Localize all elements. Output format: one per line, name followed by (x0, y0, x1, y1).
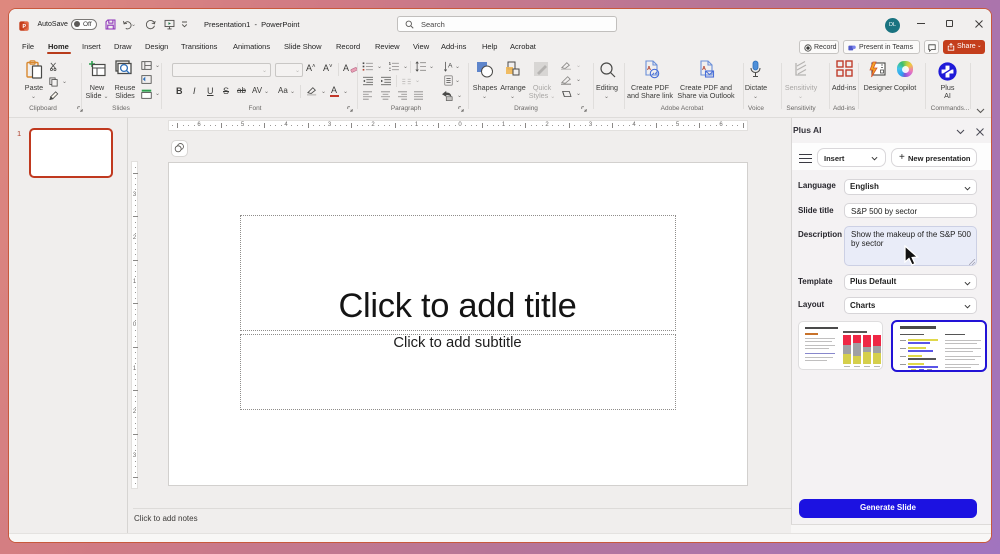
svg-text:P: P (22, 23, 26, 29)
svg-text:A: A (448, 63, 453, 70)
svg-text:A: A (647, 66, 651, 72)
